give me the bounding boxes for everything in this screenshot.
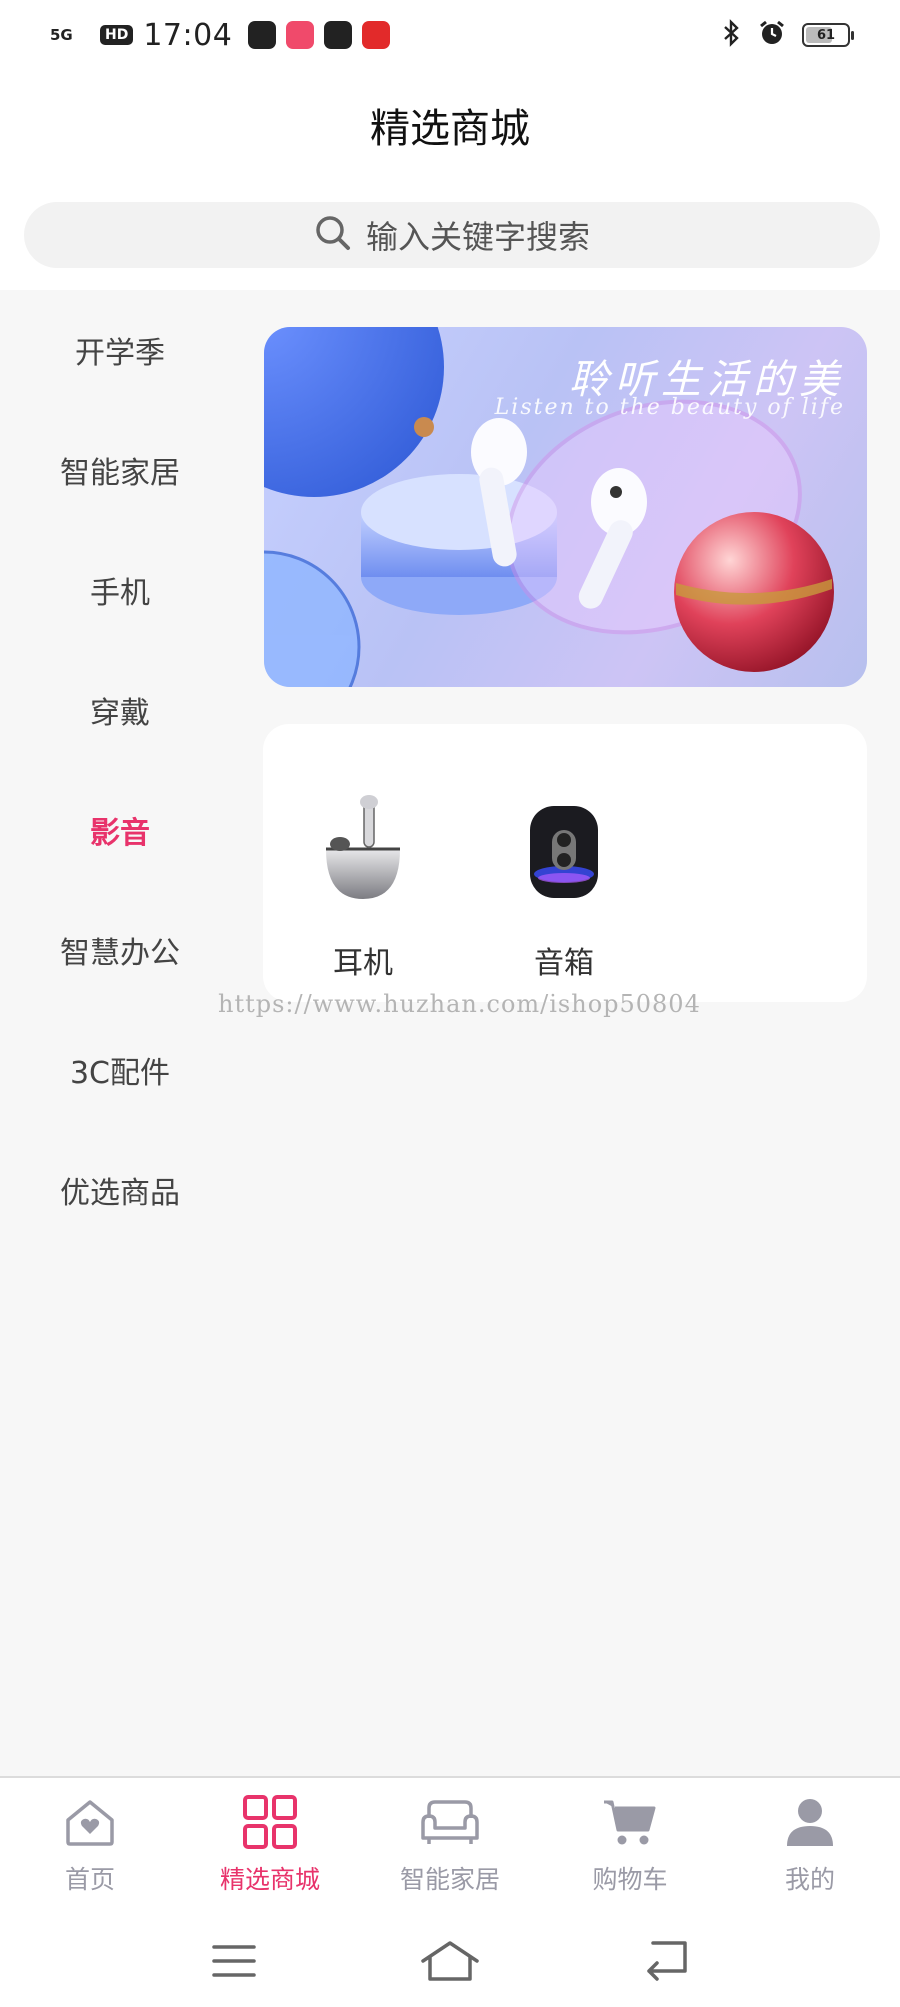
category-item-active[interactable]: 影音 — [0, 770, 240, 890]
category-item[interactable]: 开学季 — [0, 290, 240, 410]
tab-label: 首页 — [64, 1865, 115, 1894]
cart-icon — [602, 1794, 658, 1854]
tab-label: 购物车 — [592, 1865, 668, 1894]
tab-cart[interactable]: 购物车 — [540, 1778, 720, 1918]
taobao-app-icon — [248, 21, 277, 49]
home-icon[interactable] — [420, 1939, 480, 1987]
category-item[interactable]: 3C配件 — [0, 1010, 240, 1130]
tab-label: 我的 — [784, 1865, 835, 1894]
sofa-icon — [419, 1794, 481, 1854]
tab-label: 智能家居 — [399, 1865, 500, 1894]
page-title: 精选商城 — [370, 106, 530, 152]
status-bar: 5G HD 17:04 61 — [0, 0, 900, 70]
search-area: 输入关键字搜索 — [0, 180, 900, 290]
tab-home[interactable]: 首页 — [0, 1778, 180, 1918]
bluetooth-icon — [722, 19, 742, 51]
menu-icon[interactable] — [211, 1941, 257, 1985]
earbuds-icon — [318, 794, 408, 908]
watermark-text: https://www.huzhan.com/ishop50804 — [218, 990, 701, 1018]
subcategory-speaker[interactable]: 音箱 — [494, 794, 634, 982]
network-indicator: 5G — [50, 26, 73, 44]
send-app-icon — [324, 21, 353, 49]
category-item[interactable]: 智慧办公 — [0, 890, 240, 1010]
system-nav-bar — [0, 1918, 900, 2007]
subcategory-label: 音箱 — [534, 946, 594, 981]
tab-mine[interactable]: 我的 — [720, 1778, 900, 1918]
subcategory-earbuds[interactable]: 耳机 — [293, 794, 433, 982]
grid-icon — [242, 1794, 298, 1854]
title-bar: 精选商城 — [0, 70, 900, 180]
subcategory-label: 耳机 — [333, 946, 393, 981]
battery-level: 61 — [816, 27, 836, 43]
search-input[interactable]: 输入关键字搜索 — [24, 202, 880, 268]
status-time: 17:04 — [143, 17, 233, 53]
subcategory-panel: 耳机 音箱 — [263, 724, 867, 1002]
promo-banner[interactable]: 聆听生活的美 Listen to the beauty of life — [264, 327, 867, 687]
user-icon — [782, 1794, 838, 1854]
bottom-tab-bar: 首页 精选商城 智能家居 购物车 我的 — [0, 1776, 900, 1918]
category-item[interactable]: 优选商品 — [0, 1130, 240, 1250]
alarm-icon — [758, 19, 786, 51]
tab-smart-home[interactable]: 智能家居 — [360, 1778, 540, 1918]
banner-subtitle: Listen to the beauty of life — [494, 395, 845, 420]
speaker-icon — [524, 794, 604, 908]
tab-label: 精选商城 — [219, 1865, 320, 1894]
category-sidebar: 开学季 智能家居 手机 穿戴 影音 智慧办公 3C配件 优选商品 — [0, 290, 240, 1250]
search-icon — [314, 214, 352, 256]
shopping-app-icon — [286, 21, 315, 49]
home-heart-icon — [62, 1794, 118, 1854]
category-item[interactable]: 智能家居 — [0, 410, 240, 530]
search-placeholder: 输入关键字搜索 — [365, 218, 590, 256]
hd-badge: HD — [100, 25, 134, 45]
notification-app-icon — [362, 21, 391, 49]
category-item[interactable]: 手机 — [0, 530, 240, 650]
tab-mall[interactable]: 精选商城 — [180, 1778, 360, 1918]
back-icon[interactable] — [643, 1940, 689, 1985]
battery-indicator: 61 — [802, 23, 854, 47]
category-item[interactable]: 穿戴 — [0, 650, 240, 770]
